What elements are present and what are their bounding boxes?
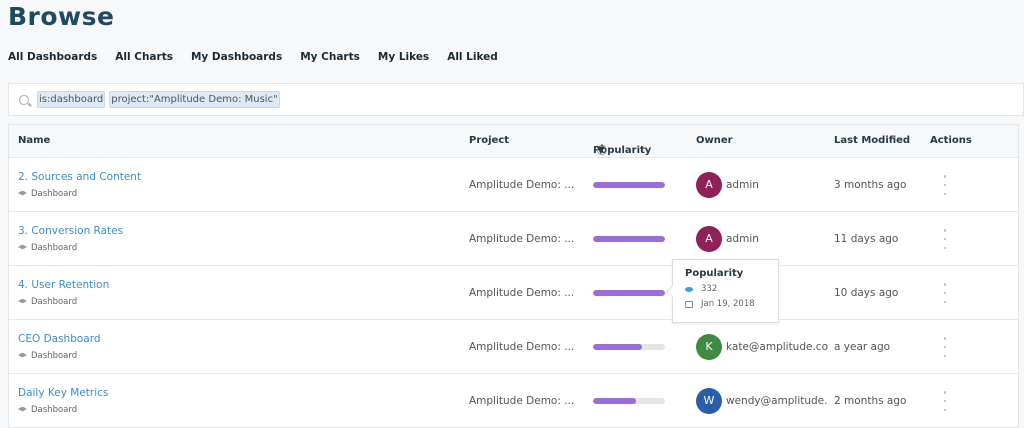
layers-icon (18, 190, 27, 196)
project-cell: Amplitude Demo: ... (469, 179, 575, 191)
item-type: Dashboard (18, 351, 77, 361)
item-type: Dashboard (18, 297, 77, 307)
dashboard-link[interactable]: 2. Sources and Content (18, 171, 141, 183)
more-actions-icon[interactable] (943, 391, 947, 411)
popularity-bar[interactable] (593, 290, 665, 296)
column-project[interactable]: Project (469, 135, 509, 146)
owner-cell: admin (726, 179, 759, 191)
item-type: Dashboard (18, 243, 77, 253)
table-row: CEO Dashboard Dashboard Amplitude Demo: … (9, 319, 1018, 373)
tab-my-likes[interactable]: My Likes (378, 51, 429, 63)
popularity-bar[interactable] (593, 236, 665, 242)
search-chip-project[interactable]: project:"Amplitude Demo: Music" (109, 91, 280, 108)
tab-my-charts[interactable]: My Charts (300, 51, 360, 63)
popularity-bar[interactable] (593, 398, 665, 404)
owner-cell: wendy@amplitude.com (726, 395, 828, 407)
last-modified-cell: 11 days ago (834, 233, 899, 245)
avatar: A (696, 172, 722, 198)
tooltip-title: Popularity (685, 268, 744, 279)
project-cell: Amplitude Demo: ... (469, 341, 575, 353)
popularity-fill (593, 398, 637, 404)
popularity-bar[interactable] (593, 344, 665, 350)
more-actions-icon[interactable] (943, 175, 947, 195)
layers-icon (18, 406, 27, 412)
owner-cell: kate@amplitude.com (726, 341, 828, 353)
table-row: 2. Sources and Content Dashboard Amplitu… (9, 157, 1018, 211)
layers-icon (18, 244, 27, 250)
sort-caret-icon[interactable]: ▼ (597, 145, 605, 156)
item-type-label: Dashboard (31, 405, 78, 415)
search-chip-type[interactable]: is:dashboard (37, 91, 106, 108)
tab-all-charts[interactable]: All Charts (115, 51, 173, 63)
popularity-fill (593, 236, 665, 242)
page-title: Browse (8, 2, 115, 31)
calendar-icon (685, 300, 693, 308)
column-owner[interactable]: Owner (696, 135, 733, 146)
table-row: 4. User Retention Dashboard Amplitude De… (9, 265, 1018, 319)
popularity-fill (593, 290, 665, 296)
item-type: Dashboard (18, 405, 77, 415)
column-name[interactable]: Name (18, 135, 50, 146)
item-type-label: Dashboard (31, 243, 78, 253)
last-modified-cell: 3 months ago (834, 179, 907, 191)
tooltip-date: Jan 19, 2018 (701, 299, 755, 309)
popularity-fill (593, 182, 665, 188)
avatar: A (696, 226, 722, 252)
item-type-label: Dashboard (31, 189, 78, 199)
search-icon (19, 94, 29, 105)
tooltip-views: 332 (701, 284, 718, 294)
more-actions-icon[interactable] (943, 283, 947, 303)
avatar: K (696, 334, 722, 360)
layers-icon (18, 352, 27, 358)
table-row: Daily Key Metrics Dashboard Amplitude De… (9, 373, 1018, 427)
owner-cell: admin (726, 233, 759, 245)
tab-all-liked[interactable]: All Liked (447, 51, 498, 63)
popularity-tooltip: Popularity 332 Jan 19, 2018 (672, 259, 779, 323)
item-type: Dashboard (18, 189, 77, 199)
column-last-modified[interactable]: Last Modified (834, 135, 910, 146)
column-actions: Actions (930, 135, 972, 146)
dashboard-link[interactable]: 4. User Retention (18, 279, 109, 291)
project-cell: Amplitude Demo: ... (469, 233, 575, 245)
tab-my-dashboards[interactable]: My Dashboards (191, 51, 282, 63)
item-type-label: Dashboard (31, 351, 78, 361)
last-modified-cell: 10 days ago (834, 287, 899, 299)
last-modified-cell: 2 months ago (834, 395, 907, 407)
dashboard-link[interactable]: Daily Key Metrics (18, 387, 108, 399)
eye-icon (685, 286, 693, 292)
table-header: Name Project Popularity i ▼ Owner Last Mod… (9, 125, 1018, 157)
results-table: Name Project Popularity i ▼ Owner Last Mod… (8, 124, 1019, 428)
project-cell: Amplitude Demo: ... (469, 395, 575, 407)
tab-all-dashboards[interactable]: All Dashboards (8, 51, 97, 63)
more-actions-icon[interactable] (943, 229, 947, 249)
browse-tabs: All Dashboards All Charts My Dashboards … (8, 51, 498, 63)
layers-icon (18, 298, 27, 304)
project-cell: Amplitude Demo: ... (469, 287, 575, 299)
last-modified-cell: a year ago (834, 341, 891, 353)
popularity-bar[interactable] (593, 182, 665, 188)
avatar: W (696, 388, 722, 414)
more-actions-icon[interactable] (943, 337, 947, 357)
popularity-fill (593, 344, 642, 350)
item-type-label: Dashboard (31, 297, 78, 307)
search-input[interactable]: is:dashboard project:"Amplitude Demo: Mu… (8, 83, 1024, 116)
dashboard-link[interactable]: 3. Conversion Rates (18, 225, 123, 237)
dashboard-link[interactable]: CEO Dashboard (18, 333, 101, 345)
table-row: 3. Conversion Rates Dashboard Amplitude … (9, 211, 1018, 265)
